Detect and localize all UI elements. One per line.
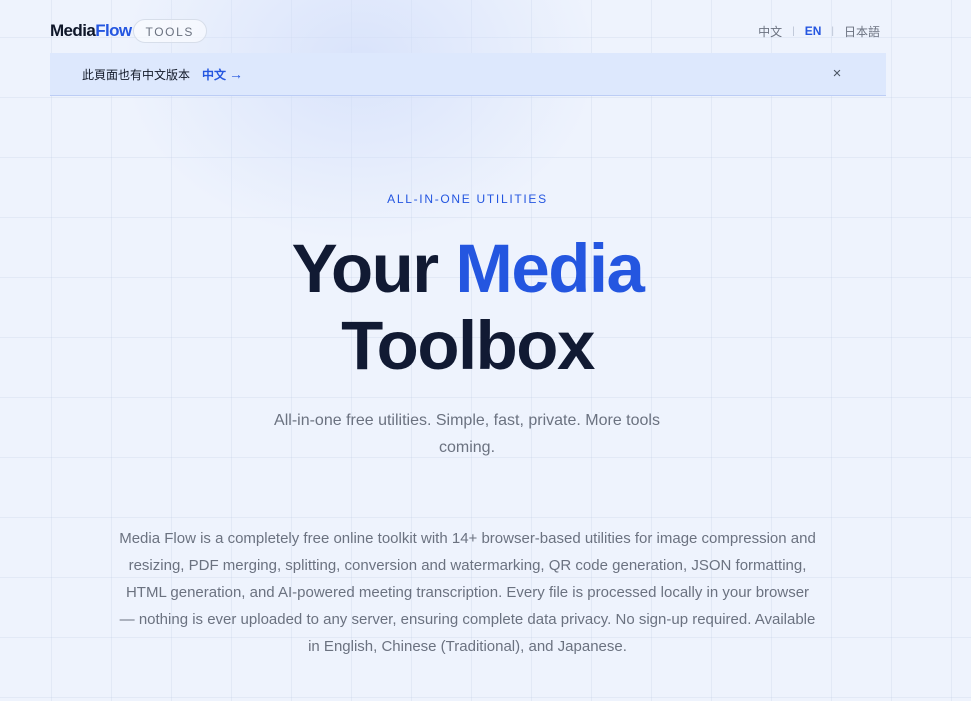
hero-subtitle: All-in-one free utilities. Simple, fast,… <box>274 412 660 456</box>
language-switcher: 中文 | EN | 日本語 <box>758 17 880 45</box>
site-description: Media Flow is a completely free online t… <box>119 530 816 655</box>
site-logo[interactable]: MediaFlow <box>50 17 132 45</box>
logo-text-media: Media <box>50 21 96 40</box>
top-header: MediaFlow TOOLS 中文 | EN | 日本語 <box>50 17 880 45</box>
tools-badge: TOOLS <box>132 19 207 43</box>
lang-option-chinese[interactable]: 中文 <box>758 23 782 40</box>
hero-title-media: Media <box>455 230 645 307</box>
hero-title: Your Media Toolbox <box>0 230 935 384</box>
hero-title-toolbox: Toolbox <box>341 307 595 384</box>
arrow-right-icon: → <box>229 66 244 82</box>
lang-separator: | <box>831 25 834 37</box>
notice-text: 此頁面也有中文版本 <box>82 67 191 82</box>
hero-title-your: Your <box>291 230 440 307</box>
brand: MediaFlow TOOLS <box>50 17 207 45</box>
notice-link-label: 中文 <box>202 67 227 82</box>
hero-eyebrow: ALL-IN-ONE UTILITIES <box>387 192 548 206</box>
switch-to-chinese-link[interactable]: 中文 → <box>202 66 243 83</box>
lang-option-japanese[interactable]: 日本語 <box>844 23 880 40</box>
lang-separator: | <box>792 25 795 37</box>
language-notice-banner: 此頁面也有中文版本 中文 → × <box>50 53 886 96</box>
lang-option-english[interactable]: EN <box>805 24 822 38</box>
logo-text-flow: Flow <box>95 21 132 40</box>
close-icon[interactable]: × <box>829 64 845 84</box>
